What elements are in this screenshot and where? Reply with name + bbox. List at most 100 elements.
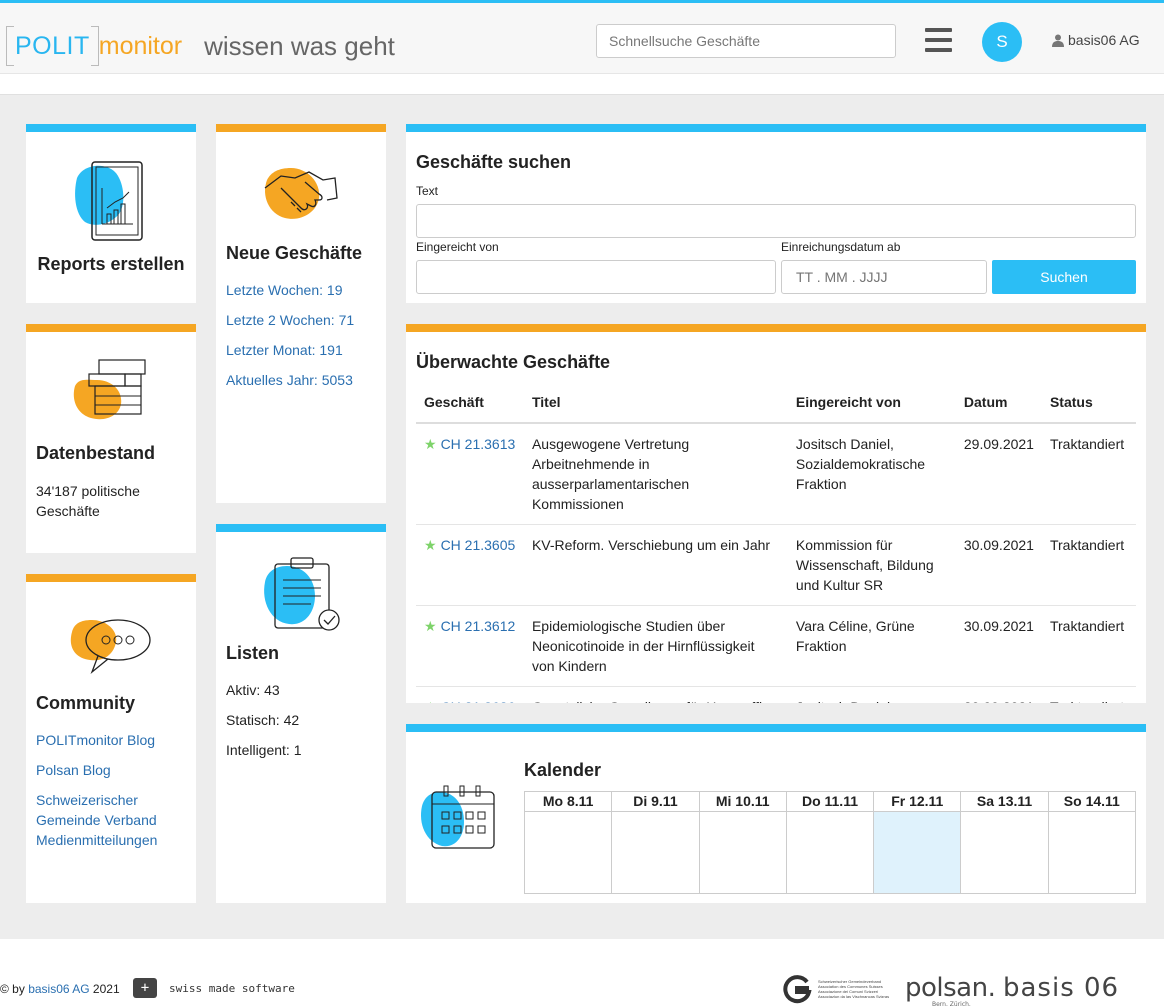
star-icon[interactable]: ★ (424, 436, 437, 452)
listen-title: Listen (226, 643, 280, 663)
row-datum: 30.09.2021 (955, 524, 1042, 606)
watched-table: Geschäft Titel Eingereicht von Datum Sta… (416, 388, 1136, 703)
link-sgv-medienmitteilungen[interactable]: Schweizerischer Gemeinde Verband Medienm… (36, 790, 186, 850)
row-von: Jositsch Daniel, Sozialdemokratische Fra… (787, 686, 956, 703)
stacked-boxes-icon (73, 359, 146, 420)
calendar-day[interactable]: Di 9.11 (612, 792, 700, 893)
table-row: ★ CH 21.3613 Ausgewogene Vertretung Arbei… (416, 423, 1136, 525)
datum-input[interactable] (781, 260, 987, 294)
hamburger-icon[interactable] (925, 28, 952, 52)
chat-bubbles-icon (70, 619, 151, 675)
search-title: Geschäfte suchen (416, 152, 572, 172)
search-button[interactable]: Suchen (992, 260, 1136, 294)
neue-geschaefte-links: Letzte Wochen: 19 Letzte 2 Wochen: 71 Le… (226, 280, 354, 400)
listen-card[interactable]: Listen Aktiv: 43 Statisch: 42 Intelligen… (216, 524, 386, 903)
eingereicht-label: Eingereicht von (416, 240, 499, 254)
col-datum[interactable]: Datum (955, 388, 1042, 424)
polsan-logo[interactable]: polsan. Bern. Zürich. (905, 973, 996, 1008)
avatar[interactable]: S (982, 22, 1022, 62)
calendar-day-header: So 14.11 (1048, 792, 1135, 812)
calendar-day-header: Di 9.11 (612, 792, 699, 812)
calendar-title: Kalender (524, 760, 602, 780)
star-icon[interactable]: ★ (424, 618, 437, 634)
row-von: Kommission für Wissenschaft, Bildung und… (787, 524, 956, 606)
basis06-link[interactable]: basis06 AG (28, 982, 89, 996)
sgv-text: Schweizerischer Gemeindeverband Associat… (818, 979, 890, 999)
geschaeft-link[interactable]: CH 21.3612 (441, 618, 516, 634)
swiss-made-badge: + swiss made software (133, 978, 295, 998)
geschaeft-link[interactable]: CH 21.3605 (441, 537, 516, 553)
datum-label: Einreichungsdatum ab (781, 240, 901, 254)
row-von: Jositsch Daniel, Sozialdemokratische Fra… (787, 423, 956, 525)
datenbestand-text: 34'187 politische Geschäfte (36, 483, 140, 519)
tagline: wissen was geht (204, 30, 395, 61)
row-datum: 30.09.2021 (955, 686, 1042, 703)
calendar-icon (420, 785, 495, 849)
community-links: POLITmonitor Blog Polsan Blog Schweizeri… (36, 730, 186, 860)
user-icon (1052, 34, 1064, 47)
datenbestand-title: Datenbestand (36, 443, 156, 463)
row-titel: Gesetzliche Grundlagen für Homeoffice sc… (523, 686, 788, 703)
calendar-day[interactable]: Sa 13.11 (961, 792, 1049, 893)
geschaeft-link[interactable]: CH 21.3613 (441, 436, 516, 452)
row-datum: 29.09.2021 (955, 423, 1042, 525)
link-politmonitor-blog[interactable]: POLITmonitor Blog (36, 730, 186, 750)
calendar-day-header: Mo 8.11 (525, 792, 612, 812)
community-card: Community POLITmonitor Blog Polsan Blog … (26, 574, 196, 903)
reports-card[interactable]: Reports erstellen (26, 124, 196, 303)
calendar-day[interactable]: Mi 10.11 (699, 792, 787, 893)
row-status: Traktandiert (1041, 423, 1136, 525)
datenbestand-card[interactable]: Datenbestand 34'187 politische Geschäfte (26, 324, 196, 553)
row-status: Traktandiert (1041, 686, 1136, 703)
link-aktuelles-jahr[interactable]: Aktuelles Jahr: 5053 (226, 370, 354, 390)
reports-title: Reports erstellen (37, 254, 185, 274)
logo-bracket-right (90, 26, 99, 66)
basis06-logo[interactable]: basis 06 (1003, 973, 1119, 1003)
calendar-day[interactable]: So 14.11 (1048, 792, 1135, 893)
col-eingereicht[interactable]: Eingereicht von (787, 388, 956, 424)
user-menu[interactable]: basis06 AG (1052, 32, 1140, 48)
geschaeft-link[interactable]: CH 21.3686 (441, 699, 516, 703)
col-geschaeft[interactable]: Geschäft (416, 388, 524, 424)
link-letzte-wochen[interactable]: Letzte Wochen: 19 (226, 280, 354, 300)
listen-stats: Aktiv: 43 Statisch: 42 Intelligent: 1 (226, 680, 302, 770)
logo[interactable]: POLIT monitor wissen was geht (6, 26, 395, 66)
row-status: Traktandiert (1041, 524, 1136, 606)
watched-card: Überwachte Geschäfte Geschäft Titel Eing… (406, 324, 1146, 703)
eingereicht-input[interactable] (416, 260, 776, 294)
community-title: Community (36, 693, 135, 713)
neue-geschaefte-title: Neue Geschäfte (226, 243, 363, 263)
col-titel[interactable]: Titel (523, 388, 788, 424)
clipboard-check-icon (264, 557, 340, 631)
row-datum: 30.09.2021 (955, 605, 1042, 687)
quick-search-input[interactable] (596, 24, 896, 58)
neue-geschaefte-card: Neue Geschäfte Letzte Wochen: 19 Letzte … (216, 124, 386, 503)
calendar-day[interactable]: Do 11.11 (786, 792, 875, 893)
polsan-sub: Bern. Zürich. (932, 1001, 971, 1008)
logo-polit: POLIT (15, 31, 90, 60)
calendar-day[interactable]: Mo 8.11 (525, 792, 613, 893)
listen-statisch: Statisch: 42 (226, 712, 300, 728)
link-polsan-blog[interactable]: Polsan Blog (36, 760, 186, 780)
calendar-day-today[interactable]: Fr 12.11 (874, 792, 962, 893)
star-icon[interactable]: ★ (424, 537, 437, 553)
col-status[interactable]: Status (1041, 388, 1136, 424)
copyright: © by basis06 AG 2021 (0, 982, 120, 996)
sgv-logo[interactable]: Schweizerischer Gemeindeverband Associat… (782, 974, 898, 1004)
user-name: basis06 AG (1068, 32, 1140, 48)
row-titel: KV-Reform. Verschiebung um ein Jahr (523, 524, 788, 606)
calendar-card: Kalender Mo 8.11 Di 9.11 Mi 10.11 Do 11.… (406, 724, 1146, 903)
logo-bracket-left (6, 26, 14, 66)
table-row: ★ CH 21.3605 KV-Reform. Verschiebung um e… (416, 524, 1136, 606)
search-card: Geschäfte suchen Text Eingereicht von Ei… (406, 124, 1146, 303)
text-input[interactable] (416, 204, 1136, 238)
link-letzte-2-wochen[interactable]: Letzte 2 Wochen: 71 (226, 310, 354, 330)
table-row: ★ CH 21.3686 Gesetzliche Grundlagen für H… (416, 686, 1136, 703)
link-letzter-monat[interactable]: Letzter Monat: 191 (226, 340, 354, 360)
footer: © by basis06 AG 2021 + swiss made softwa… (0, 970, 1164, 1008)
calendar-week: Mo 8.11 Di 9.11 Mi 10.11 Do 11.11 Fr 12.… (524, 791, 1136, 894)
table-row: ★ CH 21.3612 Epidemiologische Studien übe… (416, 605, 1136, 687)
star-icon[interactable]: ★ (424, 699, 437, 703)
watched-scroll-area[interactable]: Überwachte Geschäfte Geschäft Titel Eing… (406, 332, 1146, 703)
calendar-day-header: Sa 13.11 (961, 792, 1048, 812)
